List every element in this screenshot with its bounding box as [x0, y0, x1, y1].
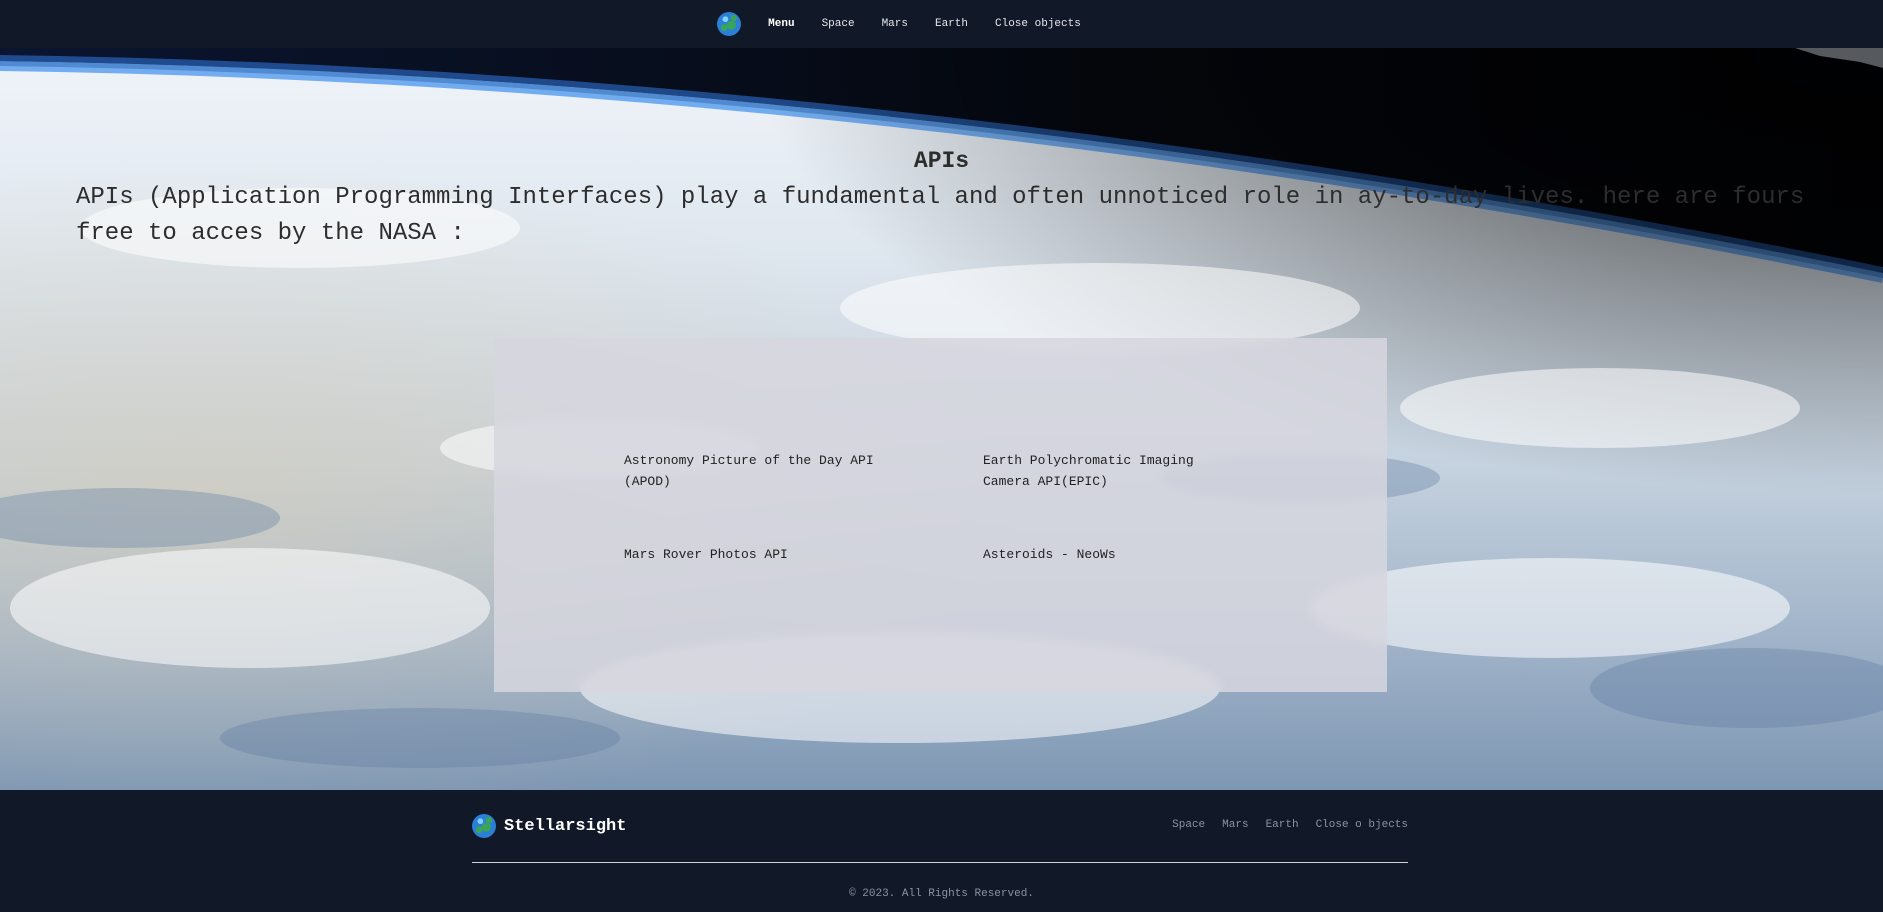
nav-links: Menu Space Mars Earth Close objects [717, 12, 1108, 36]
nav-item-space[interactable]: Space [822, 18, 855, 30]
footer-divider [472, 862, 1408, 863]
api-link-mars-rover-photos[interactable]: Mars Rover Photos API [624, 544, 884, 565]
footer: Stellarsight Space Mars Earth Close o bj… [0, 790, 1883, 912]
copyright-text: © 2023. All Rights Reserved. [849, 888, 1034, 900]
globe-icon [472, 814, 496, 838]
api-link-epic[interactable]: Earth Polychromatic Imaging Camera API(E… [983, 450, 1243, 492]
nav-item-earth[interactable]: Earth [935, 18, 968, 30]
api-link-asteroids-neows[interactable]: Asteroids - NeoWs [983, 544, 1243, 565]
nav-item-menu[interactable]: Menu [768, 18, 794, 30]
footer-link-close-objects[interactable]: Close o bjects [1316, 819, 1408, 831]
footer-link-mars[interactable]: Mars [1222, 819, 1248, 831]
footer-link-space[interactable]: Space [1172, 819, 1205, 831]
footer-links: Space Mars Earth Close o bjects [1155, 819, 1408, 831]
api-card: Astronomy Picture of the Day API (APOD) … [494, 338, 1387, 692]
api-list: Astronomy Picture of the Day API (APOD) … [624, 450, 1283, 565]
nav-item-mars[interactable]: Mars [882, 18, 908, 30]
api-link-apod[interactable]: Astronomy Picture of the Day API (APOD) [624, 450, 884, 492]
globe-icon[interactable] [717, 12, 742, 36]
intro-paragraph: APIs (Application Programming Interfaces… [76, 184, 1805, 247]
nav-item-close-objects[interactable]: Close objects [995, 18, 1081, 30]
page-title: APIs [913, 148, 970, 174]
footer-brand[interactable]: Stellarsight [472, 814, 626, 838]
hero-section: APIs APIs (Application Programming Inter… [0, 48, 1883, 790]
footer-link-earth[interactable]: Earth [1266, 819, 1299, 831]
top-navbar: Menu Space Mars Earth Close objects [0, 0, 1883, 48]
brand-name: Stellarsight [504, 816, 627, 836]
